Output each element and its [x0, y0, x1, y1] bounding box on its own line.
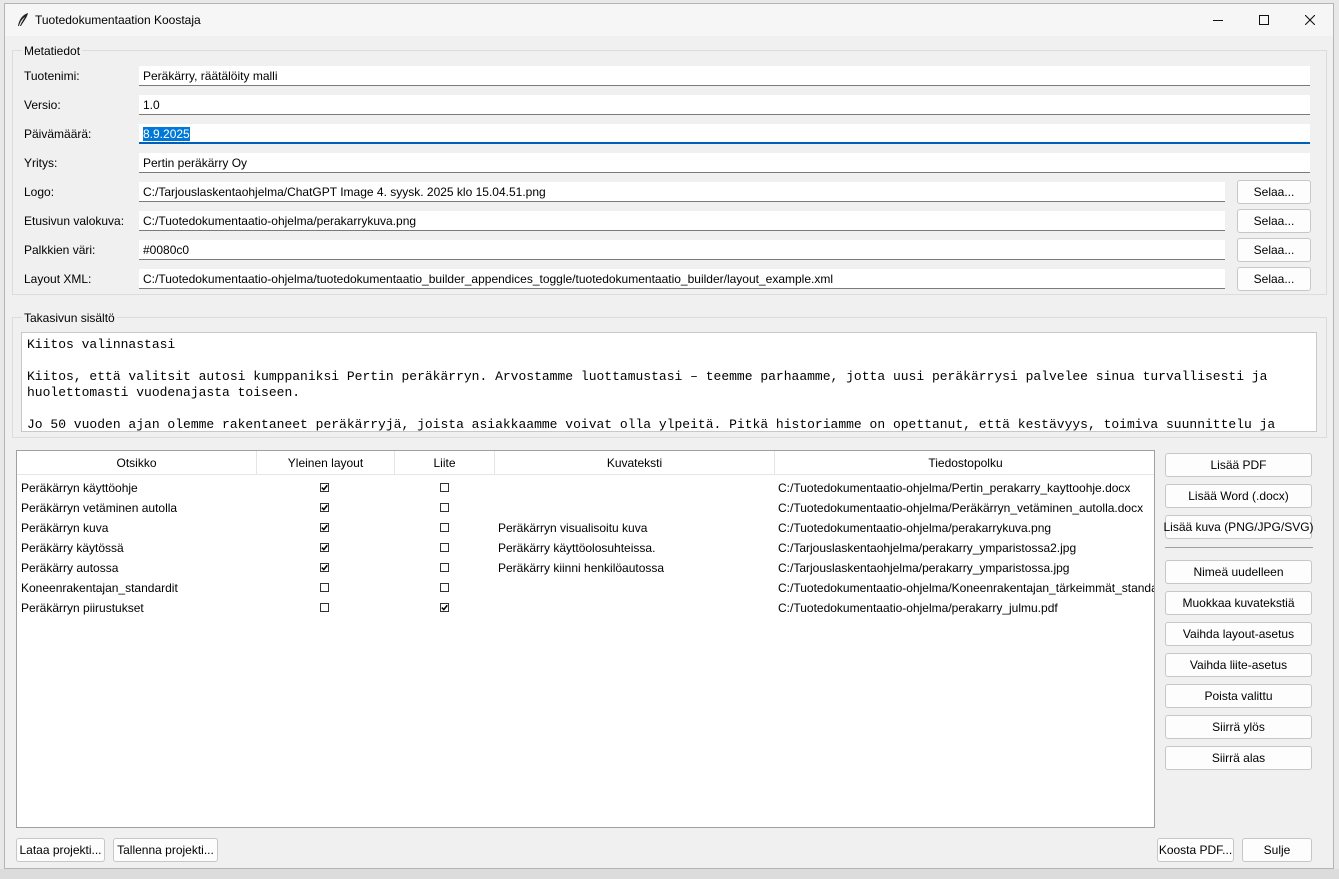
column-header-appendix[interactable]: Liite	[395, 451, 495, 475]
add-pdf-button[interactable]: Lisää PDF	[1165, 453, 1312, 477]
bar-color-label: Palkkien väri:	[24, 243, 96, 257]
cover-photo-browse-button[interactable]: Selaa...	[1237, 209, 1311, 233]
logo-field[interactable]: C:/Tarjouslaskentaohjelma/ChatGPT Image …	[139, 182, 1225, 202]
backpage-text-area[interactable]: Kiitos valinnastasi Kiitos, että valitsi…	[21, 332, 1317, 432]
appendix-checkbox-unchecked[interactable]	[440, 523, 449, 532]
load-project-button[interactable]: Lataa projekti...	[16, 838, 105, 862]
cover-photo-field[interactable]: C:/Tuotedokumentaatio-ohjelma/perakarryk…	[139, 211, 1225, 231]
column-header-caption[interactable]: Kuvateksti	[495, 451, 775, 475]
row-path: C:/Tuotedokumentaatio-ohjelma/Peräkärryn…	[778, 501, 1144, 515]
appendix-checkbox-unchecked[interactable]	[440, 583, 449, 592]
row-title: Peräkärryn käyttöohje	[21, 481, 138, 495]
layout-checkbox-unchecked[interactable]	[320, 603, 329, 612]
layout-xml-field[interactable]: C:/Tuotedokumentaatio-ohjelma/tuotedokum…	[139, 269, 1225, 289]
close-app-button[interactable]: Sulje	[1242, 838, 1312, 862]
row-title: Peräkärryn kuva	[21, 521, 109, 535]
date-field[interactable]: 8.9.2025	[139, 124, 1310, 144]
appendix-checkbox-unchecked[interactable]	[440, 503, 449, 512]
toggle-layout-button[interactable]: Vaihda layout-asetus	[1165, 622, 1312, 646]
company-label: Yritys:	[24, 156, 58, 170]
appendix-checkbox-checked[interactable]	[440, 603, 449, 612]
close-button[interactable]	[1287, 4, 1333, 36]
company-field[interactable]: Pertin peräkärry Oy	[139, 153, 1310, 173]
column-header-title[interactable]: Otsikko	[17, 451, 257, 475]
maximize-icon	[1259, 15, 1269, 25]
column-header-path[interactable]: Tiedostopolku	[775, 451, 1154, 475]
move-down-button[interactable]: Siirrä alas	[1165, 746, 1312, 770]
toggle-appendix-button[interactable]: Vaihda liite-asetus	[1165, 653, 1312, 677]
table-row[interactable]: Peräkärryn vetäminen autolla C:/Tuotedoku…	[17, 498, 1154, 518]
title-bar: Tuotedokumentaation Koostaja	[5, 4, 1333, 36]
add-image-button[interactable]: Lisää kuva (PNG/JPG/SVG)	[1163, 515, 1314, 539]
row-caption: Peräkärry käyttöolosuhteissa.	[498, 541, 656, 555]
main-window: Tuotedokumentaation Koostaja Metatiedot …	[4, 3, 1334, 869]
version-label: Versio:	[24, 98, 61, 112]
column-header-layout[interactable]: Yleinen layout	[257, 451, 395, 475]
row-path: C:/Tarjouslaskentaohjelma/perakarry_ympa…	[778, 541, 1077, 555]
row-title: Peräkärry käytössä	[21, 541, 124, 555]
date-field-value: 8.9.2025	[143, 127, 190, 141]
row-path: C:/Tuotedokumentaatio-ohjelma/Koneenrake…	[778, 581, 1154, 595]
layout-xml-browse-button[interactable]: Selaa...	[1237, 267, 1311, 291]
maximize-button[interactable]	[1241, 4, 1287, 36]
row-caption	[498, 578, 773, 598]
button-separator	[1165, 547, 1313, 548]
logo-browse-button[interactable]: Selaa...	[1237, 180, 1311, 204]
cover-photo-label: Etusivun valokuva:	[24, 214, 125, 228]
table-row[interactable]: Peräkärryn kuva Peräkärryn visualisoitu k…	[17, 518, 1154, 538]
row-caption: Peräkärry kiinni henkilöautossa	[498, 561, 665, 575]
row-caption: Peräkärryn visualisoitu kuva	[498, 521, 648, 535]
row-title: Koneenrakentajan_standardit	[21, 581, 178, 595]
table-row[interactable]: Peräkärry autossa Peräkärry kiinni henkil…	[17, 558, 1154, 578]
remove-selected-button[interactable]: Poista valittu	[1165, 684, 1312, 708]
layout-xml-label: Layout XML:	[24, 272, 92, 286]
version-field[interactable]: 1.0	[139, 95, 1310, 115]
table-header: Otsikko Yleinen layout Liite Kuvateksti …	[17, 451, 1154, 475]
table-row[interactable]: Peräkärryn piirustukset C:/Tuotedokumenta…	[17, 598, 1154, 618]
layout-checkbox-checked[interactable]	[320, 503, 329, 512]
backpage-group-label: Takasivun sisältö	[22, 311, 117, 325]
move-up-button[interactable]: Siirrä ylös	[1165, 715, 1312, 739]
bar-color-browse-button[interactable]: Selaa...	[1237, 238, 1311, 262]
row-path: C:/Tuotedokumentaatio-ohjelma/perakarry_…	[778, 601, 1058, 615]
row-title: Peräkärryn piirustukset	[21, 601, 144, 615]
date-label: Päivämäärä:	[24, 127, 92, 141]
bar-color-field[interactable]: #0080c0	[139, 240, 1225, 260]
appendix-checkbox-unchecked[interactable]	[440, 483, 449, 492]
rename-button[interactable]: Nimeä uudelleen	[1165, 560, 1312, 584]
edit-caption-button[interactable]: Muokkaa kuvatekstiä	[1165, 591, 1312, 615]
row-title: Peräkärry autossa	[21, 561, 119, 575]
layout-checkbox-checked[interactable]	[320, 543, 329, 552]
window-title: Tuotedokumentaation Koostaja	[35, 13, 201, 27]
row-path: C:/Tuotedokumentaatio-ohjelma/perakarryk…	[778, 521, 1052, 535]
minimize-icon	[1213, 15, 1223, 25]
layout-checkbox-unchecked[interactable]	[320, 583, 329, 592]
table-row[interactable]: Peräkärryn käyttöohje C:/Tuotedokumentaat…	[17, 478, 1154, 498]
row-path: C:/Tuotedokumentaatio-ohjelma/Pertin_per…	[778, 481, 1131, 495]
row-caption	[498, 478, 773, 498]
document-table[interactable]: Otsikko Yleinen layout Liite Kuvateksti …	[16, 450, 1155, 828]
appendix-checkbox-unchecked[interactable]	[440, 543, 449, 552]
logo-label: Logo:	[24, 185, 55, 199]
build-pdf-button[interactable]: Koosta PDF...	[1157, 838, 1234, 862]
row-title: Peräkärryn vetäminen autolla	[21, 501, 178, 515]
layout-checkbox-checked[interactable]	[320, 523, 329, 532]
row-path: C:/Tarjouslaskentaohjelma/perakarry_ympa…	[778, 561, 1070, 575]
metadata-group-label: Metatiedot	[22, 44, 83, 58]
desktop-edge	[0, 869, 1339, 879]
appendix-checkbox-unchecked[interactable]	[440, 563, 449, 572]
close-icon	[1305, 15, 1315, 25]
save-project-button[interactable]: Tallenna projekti...	[113, 838, 218, 862]
feather-icon	[15, 12, 31, 28]
row-caption	[498, 598, 773, 618]
layout-checkbox-checked[interactable]	[320, 563, 329, 572]
table-row[interactable]: Koneenrakentajan_standardit C:/Tuotedokum…	[17, 578, 1154, 598]
product-name-field[interactable]: Peräkärry, räätälöity malli	[139, 66, 1310, 86]
row-caption	[498, 498, 773, 518]
add-word-button[interactable]: Lisää Word (.docx)	[1165, 484, 1312, 508]
minimize-button[interactable]	[1195, 4, 1241, 36]
layout-checkbox-checked[interactable]	[320, 483, 329, 492]
table-row[interactable]: Peräkärry käytössä Peräkärry käyttöolosuh…	[17, 538, 1154, 558]
product-name-label: Tuotenimi:	[24, 69, 80, 83]
